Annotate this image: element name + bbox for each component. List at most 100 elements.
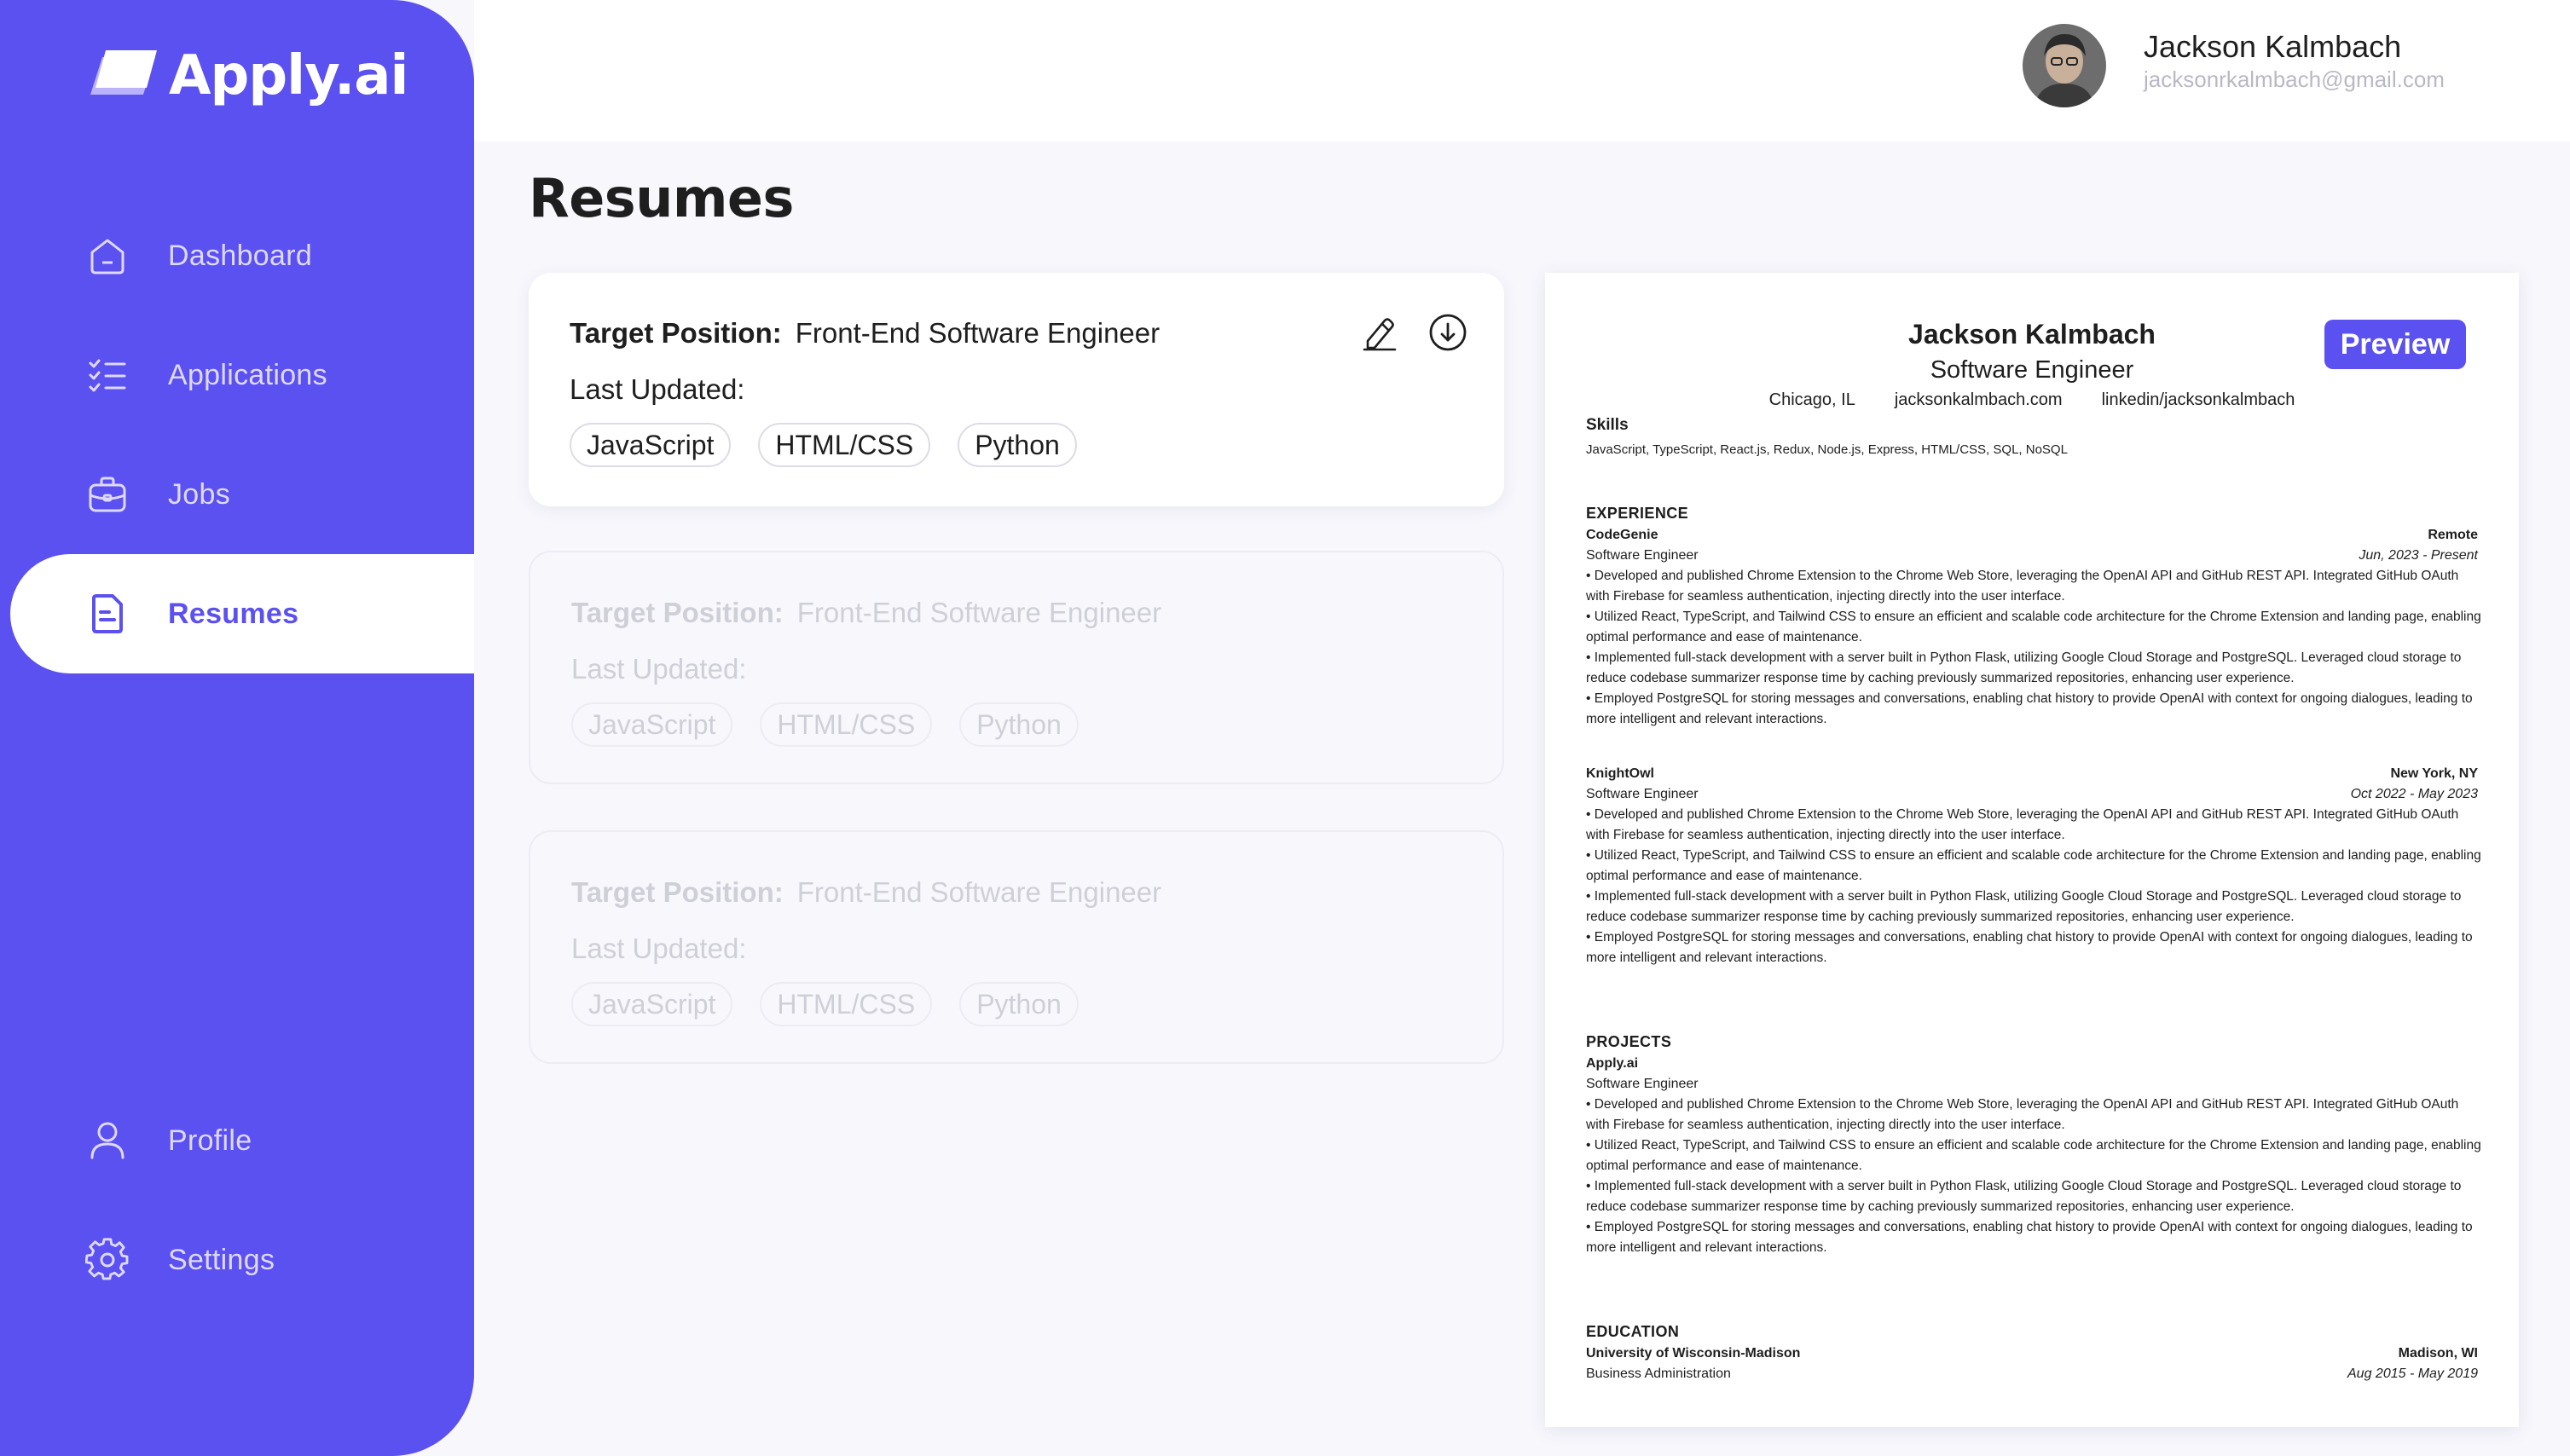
company-location: New York, NY xyxy=(2390,766,2478,781)
bullet: • Developed and published Chrome Extensi… xyxy=(1586,807,2459,842)
user-email: jacksonrkalmbach@gmail.com xyxy=(2144,66,2445,92)
skill-tag: Python xyxy=(959,702,1079,747)
company-name: KnightOwl xyxy=(1586,766,1654,781)
job-title: Software Engineer xyxy=(1586,548,1699,563)
page-title: Resumes xyxy=(529,167,794,229)
company-location: Remote xyxy=(2428,528,2478,542)
target-position-value: Front-End Software Engineer xyxy=(796,876,1162,908)
skill-tag: HTML/CSS xyxy=(760,702,933,747)
user-icon xyxy=(85,1118,130,1163)
resume-location: Chicago, IL xyxy=(1768,390,1855,409)
project-bullets: • Developed and published Chrome Extensi… xyxy=(1586,1095,2481,1258)
bullet: • Implemented full-stack development wit… xyxy=(1586,889,2462,924)
bullet: • Implemented full-stack development wit… xyxy=(1586,650,2462,685)
resume-website: jacksonkalmbach.com xyxy=(1894,390,2063,409)
skill-tag: HTML/CSS xyxy=(760,982,933,1026)
download-button[interactable] xyxy=(1424,310,1472,358)
sidebar-item-jobs[interactable]: Jobs xyxy=(0,435,474,554)
sidebar-item-label: Dashboard xyxy=(168,239,313,272)
experience-title-row: Software Engineer Oct 2022 - May 2023 xyxy=(1586,784,2478,805)
experience-company-row: CodeGenie Remote xyxy=(1586,525,2478,546)
document-icon xyxy=(85,592,130,636)
skill-tags: JavaScript HTML/CSS Python xyxy=(570,423,1077,467)
skill-tags: JavaScript HTML/CSS Python xyxy=(571,982,1079,1026)
degree: Business Administration xyxy=(1586,1366,1731,1381)
target-position-label: Target Position: xyxy=(570,317,782,349)
bullet: • Utilized React, TypeScript, and Tailwi… xyxy=(1586,848,2481,883)
skill-tag: Python xyxy=(959,982,1079,1026)
education-school-row: University of Wisconsin-Madison Madison,… xyxy=(1586,1343,2478,1364)
bullet: • Utilized React, TypeScript, and Tailwi… xyxy=(1586,610,2481,644)
job-dates: Oct 2022 - May 2023 xyxy=(2350,787,2478,801)
experience-heading: EXPERIENCE xyxy=(1586,505,1689,522)
home-icon xyxy=(85,234,130,278)
briefcase-icon xyxy=(85,472,130,517)
resume-contacts: Chicago, IL jacksonkalmbach.com linkedin… xyxy=(1545,390,2519,410)
target-position-row: Target Position: Front-End Software Engi… xyxy=(571,876,1161,909)
target-position-label: Target Position: xyxy=(571,597,784,628)
sidebar-item-resumes[interactable]: Resumes xyxy=(10,554,474,673)
skill-tag: HTML/CSS xyxy=(758,423,931,467)
skills-heading: Skills xyxy=(1586,416,1629,434)
bullet: • Utilized React, TypeScript, and Tailwi… xyxy=(1586,1138,2481,1173)
project-name-row: Apply.ai xyxy=(1586,1054,2478,1074)
resume-role: Software Engineer xyxy=(1930,356,2134,384)
app-name: Apply.ai xyxy=(169,44,408,107)
sidebar-item-label: Resumes xyxy=(168,597,299,630)
sidebar-item-dashboard[interactable]: Dashboard xyxy=(0,196,474,315)
bullet: • Developed and published Chrome Extensi… xyxy=(1586,1097,2459,1132)
sidebar: Apply.ai Dashboard Applications Jobs Res… xyxy=(0,0,474,1456)
job-dates: Jun, 2023 - Present xyxy=(2359,548,2478,563)
project-title: Software Engineer xyxy=(1586,1077,1699,1091)
skills-list: JavaScript, TypeScript, React.js, Redux,… xyxy=(1586,442,2068,457)
target-position-row: Target Position: Front-End Software Engi… xyxy=(570,317,1160,350)
bullet: • Employed PostgreSQL for storing messag… xyxy=(1586,1220,2473,1255)
last-updated-label: Last Updated: xyxy=(570,373,745,405)
pencil-icon xyxy=(1361,314,1398,355)
last-updated-label: Last Updated: xyxy=(571,933,747,964)
bullet: • Employed PostgreSQL for storing messag… xyxy=(1586,691,2473,726)
skill-tag: JavaScript xyxy=(571,982,733,1026)
resume-card[interactable]: Target Position: Front-End Software Engi… xyxy=(529,551,1504,784)
sidebar-item-applications[interactable]: Applications xyxy=(0,315,474,435)
job-title: Software Engineer xyxy=(1586,787,1699,801)
sidebar-item-label: Jobs xyxy=(168,477,231,511)
sidebar-item-settings[interactable]: Settings xyxy=(0,1200,474,1320)
project-name: Apply.ai xyxy=(1586,1056,1639,1071)
project-title-row: Software Engineer xyxy=(1586,1074,2478,1095)
resume-card[interactable]: Target Position: Front-End Software Engi… xyxy=(529,273,1504,506)
school-location: Madison, WI xyxy=(2398,1346,2478,1361)
target-position-value: Front-End Software Engineer xyxy=(796,597,1162,628)
experience-bullets: • Developed and published Chrome Extensi… xyxy=(1586,805,2481,968)
skill-tag: JavaScript xyxy=(571,702,733,747)
education-heading: EDUCATION xyxy=(1586,1323,1680,1340)
sidebar-item-label: Applications xyxy=(168,358,327,391)
bullet: • Implemented full-stack development wit… xyxy=(1586,1179,2462,1214)
experience-title-row: Software Engineer Jun, 2023 - Present xyxy=(1586,546,2478,566)
company-name: CodeGenie xyxy=(1586,528,1658,542)
app-logo[interactable]: Apply.ai xyxy=(84,44,408,107)
projects-heading: PROJECTS xyxy=(1586,1033,1672,1050)
edit-button[interactable] xyxy=(1356,310,1404,358)
sidebar-item-profile[interactable]: Profile xyxy=(0,1081,474,1200)
resume-card[interactable]: Target Position: Front-End Software Engi… xyxy=(529,830,1504,1064)
target-position-value: Front-End Software Engineer xyxy=(795,317,1161,349)
skill-tags: JavaScript HTML/CSS Python xyxy=(571,702,1079,747)
download-icon xyxy=(1428,313,1467,356)
education-dates: Aug 2015 - May 2019 xyxy=(2347,1366,2478,1381)
gear-icon xyxy=(84,1238,130,1282)
resume-preview: Preview Jackson Kalmbach Software Engine… xyxy=(1545,273,2519,1427)
bullet: • Employed PostgreSQL for storing messag… xyxy=(1586,930,2473,965)
experience-company-row: KnightOwl New York, NY xyxy=(1586,764,2478,784)
sidebar-item-label: Profile xyxy=(168,1124,252,1157)
school-name: University of Wisconsin-Madison xyxy=(1586,1346,1801,1361)
target-position-label: Target Position: xyxy=(571,876,784,908)
target-position-row: Target Position: Front-End Software Engi… xyxy=(571,597,1161,629)
resume-name: Jackson Kalmbach xyxy=(1908,319,2156,350)
skill-tag: Python xyxy=(958,423,1077,467)
skill-tag: JavaScript xyxy=(570,423,732,467)
experience-bullets: • Developed and published Chrome Extensi… xyxy=(1586,566,2481,730)
avatar[interactable] xyxy=(2023,24,2106,107)
user-name: Jackson Kalmbach xyxy=(2144,29,2402,64)
logo-icon xyxy=(84,45,157,107)
